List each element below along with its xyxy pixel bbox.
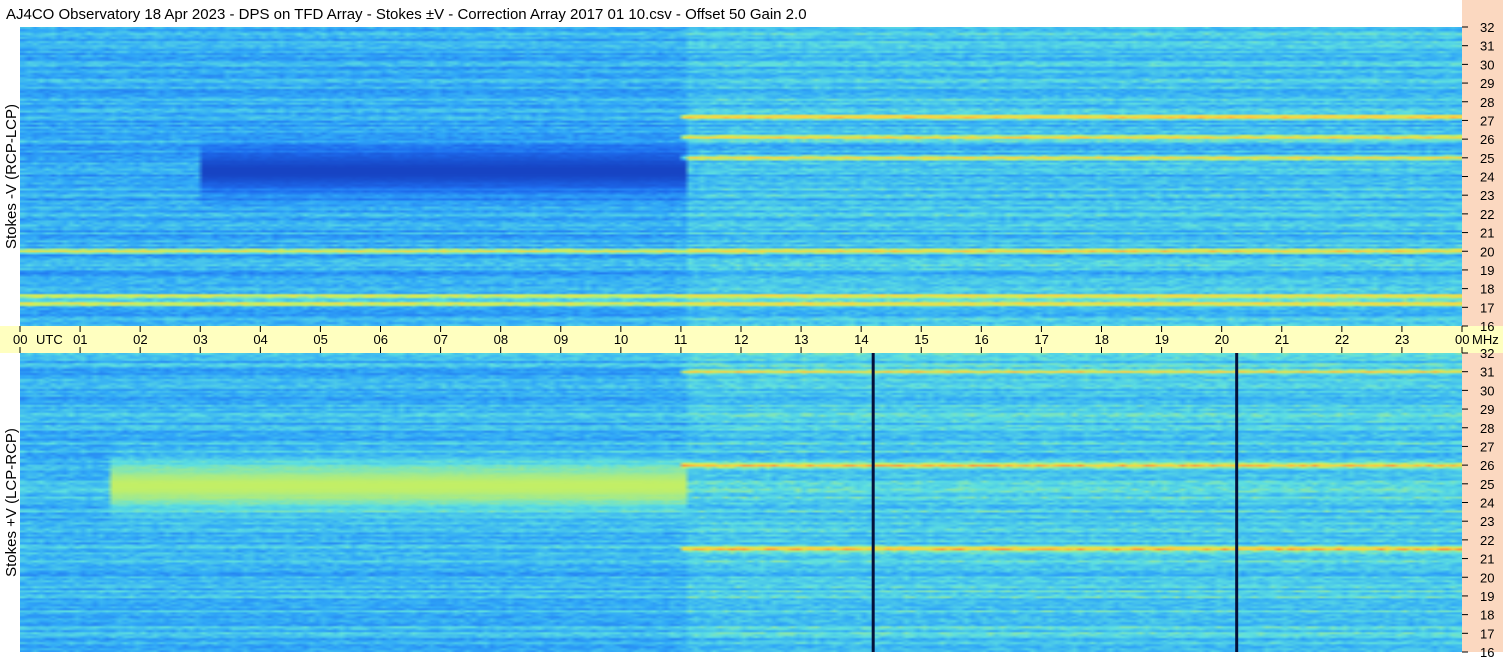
freq-tick-label: 30 — [1480, 57, 1494, 72]
time-tick-label: 22 — [1335, 332, 1349, 347]
freq-tick-label: 22 — [1480, 207, 1494, 222]
chart-title: AJ4CO Observatory 18 Apr 2023 - DPS on T… — [6, 6, 807, 23]
time-tick-label: 02 — [133, 332, 147, 347]
time-tick-label: 17 — [1034, 332, 1048, 347]
time-tick-label: 07 — [434, 332, 448, 347]
freq-tick-label: 17 — [1480, 300, 1494, 315]
freq-tick-label: 20 — [1480, 244, 1494, 259]
freq-tick-label: 27 — [1480, 113, 1494, 128]
freq-tick-label: 18 — [1480, 608, 1494, 623]
panel-label: Stokes +V (LCP-RCP) — [3, 428, 20, 577]
time-tick-label: 01 — [73, 332, 87, 347]
freq-tick-label: 19 — [1480, 263, 1494, 278]
freq-tick-label: 28 — [1480, 421, 1494, 436]
freq-tick-label: 16 — [1480, 319, 1494, 334]
freq-tick-label: 26 — [1480, 132, 1494, 147]
freq-tick-label: 24 — [1480, 496, 1494, 511]
freq-tick-label: 29 — [1480, 402, 1494, 417]
freq-axis-panel-1: 32 31 30 29 28 27 26 25 24 23 22 21 20 19 18 17 16 — [1462, 0, 1503, 334]
freq-tick-label: 26 — [1480, 458, 1494, 473]
freq-tick-label: 16 — [1480, 645, 1494, 660]
freq-tick-label: 28 — [1480, 95, 1494, 110]
freq-tick-label: 30 — [1480, 383, 1494, 398]
freq-tick-label: 22 — [1480, 533, 1494, 548]
time-tick-label: 18 — [1095, 332, 1109, 347]
time-tick-label: 06 — [374, 332, 388, 347]
panel-1 — [20, 27, 1462, 326]
spectrogram-chart: AJ4CO Observatory 18 Apr 2023 - DPS on T… — [0, 0, 1503, 672]
freq-tick-label: 32 — [1480, 346, 1494, 361]
time-tick-label: 11 — [674, 332, 688, 347]
time-tick-label: 03 — [193, 332, 207, 347]
time-tick-label: 04 — [253, 332, 267, 347]
time-tick-label: 15 — [914, 332, 928, 347]
freq-axis-panel-2: 32 31 30 29 28 27 26 25 24 23 22 21 20 19 18 17 16 — [1462, 346, 1503, 660]
freq-tick-label: 23 — [1480, 514, 1494, 529]
time-tick-label: 21 — [1275, 332, 1289, 347]
time-tick-label: 19 — [1155, 332, 1169, 347]
time-tick-label: 20 — [1215, 332, 1229, 347]
freq-tick-label: 21 — [1480, 226, 1494, 241]
freq-tick-label: 24 — [1480, 170, 1494, 185]
time-tick-label: 12 — [734, 332, 748, 347]
freq-tick-label: 32 — [1480, 20, 1494, 35]
time-tick-label: 05 — [313, 332, 327, 347]
time-tick-label: 16 — [974, 332, 988, 347]
time-tick-label: 00 — [1455, 332, 1469, 347]
freq-tick-label: 20 — [1480, 570, 1494, 585]
freq-tick-label: 21 — [1480, 552, 1494, 567]
time-tick-label: 14 — [854, 332, 868, 347]
time-tick-label: 13 — [794, 332, 808, 347]
time-tick-label: 23 — [1395, 332, 1409, 347]
time-tick-label: 09 — [554, 332, 568, 347]
freq-tick-label: 27 — [1480, 439, 1494, 454]
freq-tick-label: 31 — [1480, 365, 1494, 380]
heatmap-image — [20, 27, 1462, 326]
panel-label: Stokes -V (RCP-LCP) — [3, 104, 20, 249]
freq-tick-label: 19 — [1480, 589, 1494, 604]
time-tick-label: 00 — [13, 332, 27, 347]
freq-tick-label: 18 — [1480, 282, 1494, 297]
time-unit-label: UTC — [36, 332, 63, 347]
freq-tick-label: 23 — [1480, 188, 1494, 203]
freq-tick-label: 17 — [1480, 626, 1494, 641]
heatmap-image — [20, 353, 1462, 652]
freq-unit-label: MHz — [1472, 332, 1499, 347]
time-tick-label: 10 — [614, 332, 628, 347]
freq-tick-label: 31 — [1480, 39, 1494, 54]
panel-2 — [20, 353, 1462, 652]
freq-tick-label: 25 — [1480, 477, 1494, 492]
time-tick-label: 08 — [494, 332, 508, 347]
freq-tick-label: 29 — [1480, 76, 1494, 91]
freq-tick-label: 25 — [1480, 151, 1494, 166]
time-axis: 00 01 02 03 04 05 06 07 08 09 10 11 12 13 14 15 16 17 18 19… — [0, 326, 1503, 353]
